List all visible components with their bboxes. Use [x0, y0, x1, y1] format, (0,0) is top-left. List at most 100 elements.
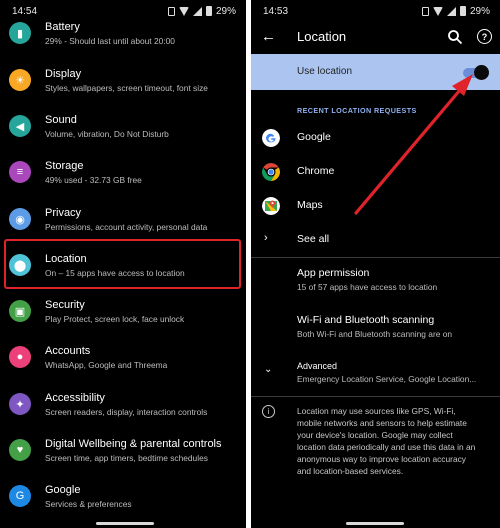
settings-item-text: Sound Volume, vibration, Do Not Disturb	[45, 113, 242, 140]
settings-item-title: Display	[45, 67, 82, 80]
settings-item-text: Accessibility Screen readers, display, in…	[45, 391, 242, 418]
chevron-right-icon: ›	[264, 232, 268, 244]
settings-item-google[interactable]: G Google Services & preferences	[0, 473, 246, 519]
storage-icon: ≡	[9, 161, 31, 183]
info-line: Location may use sources like GPS, Wi-Fi…	[297, 406, 456, 416]
gesture-nav-bar[interactable]	[346, 522, 404, 525]
info-line: your device's location. Google may colle…	[297, 430, 453, 440]
location-settings-screen: 14:53 29% ← Location ? Use location RECE…	[251, 0, 500, 528]
battery-status-icon	[459, 6, 466, 16]
use-location-label: Use location	[297, 66, 353, 77]
settings-item-sound[interactable]: ◀ Sound Volume, vibration, Do Not Disturb	[0, 103, 246, 149]
settings-item-security[interactable]: ▣ Security Play Protect, screen lock, face…	[0, 288, 246, 334]
recent-app-google[interactable]: Google	[251, 123, 500, 153]
battery-icon: ▮	[9, 22, 31, 44]
settings-item-subtitle: Play Protect, screen lock, face unlock	[45, 313, 185, 324]
settings-item-subtitle: WhatsApp, Google and Threema	[45, 359, 168, 370]
scanning-subtitle: Both Wi-Fi and Bluetooth scanning are on	[297, 329, 453, 339]
app-permission-subtitle: 15 of 57 apps have access to location	[297, 282, 438, 292]
battery-percent: 29%	[469, 5, 490, 17]
recent-app-maps[interactable]: Maps	[251, 191, 500, 221]
divider	[251, 396, 500, 397]
chevron-down-icon: ⌄	[264, 364, 273, 375]
settings-item-text: Digital Wellbeing & parental controls Scr…	[45, 437, 242, 464]
settings-item-subtitle: 49% used - 32.73 GB free	[45, 174, 142, 185]
see-all-label: See all	[297, 233, 330, 245]
app-permission-title: App permission	[297, 267, 370, 279]
accessibility-icon: ✦	[9, 393, 31, 415]
wifi-bluetooth-scanning-row[interactable]: Wi-Fi and Bluetooth scanning Both Wi-Fi …	[251, 310, 500, 346]
brightness-icon: ☀	[9, 69, 31, 91]
settings-item-subtitle: Permissions, account activity, personal …	[45, 221, 208, 232]
status-bar: 14:53 29%	[251, 0, 500, 22]
settings-item-subtitle: Styles, wallpapers, screen timeout, font…	[45, 82, 208, 93]
scanning-title: Wi-Fi and Bluetooth scanning	[297, 314, 435, 326]
gesture-nav-bar[interactable]	[96, 522, 154, 525]
maps-icon	[262, 197, 280, 215]
info-icon: i	[262, 405, 275, 418]
location-highlight-box	[4, 239, 241, 289]
google-g-icon: G	[9, 485, 31, 507]
eye-icon: ◉	[9, 208, 31, 230]
account-icon: ●	[9, 346, 31, 368]
info-line: and location-based services.	[297, 466, 404, 476]
settings-item-privacy[interactable]: ◉ Privacy Permissions, account activity, p…	[0, 196, 246, 242]
settings-screen: 14:54 29% ▮ Battery 29% - Should last unti…	[0, 0, 246, 528]
use-location-toggle[interactable]	[474, 65, 489, 80]
volume-icon: ◀	[9, 115, 31, 137]
settings-item-title: Digital Wellbeing & parental controls	[45, 437, 222, 450]
advanced-subtitle: Emergency Location Service, Google Locat…	[297, 374, 477, 384]
search-icon[interactable]	[447, 29, 463, 45]
settings-item-text: Security Play Protect, screen lock, face …	[45, 298, 242, 325]
page-title: Location	[297, 29, 347, 44]
signal-icon	[446, 6, 456, 16]
settings-item-title: Accessibility	[45, 391, 105, 404]
settings-item-title: Security	[45, 298, 85, 311]
settings-item-text: Accounts WhatsApp, Google and Threema	[45, 344, 242, 371]
wifi-icon	[432, 6, 443, 16]
settings-item-battery[interactable]: ▮ Battery 29% - Should last until about 20…	[0, 10, 246, 56]
settings-item-title: Privacy	[45, 206, 82, 219]
settings-item-subtitle: Volume, vibration, Do Not Disturb	[45, 128, 169, 139]
lock-icon: ▣	[9, 300, 31, 322]
vibrate-icon	[421, 6, 429, 16]
settings-item-text: Privacy Permissions, account activity, pe…	[45, 206, 242, 233]
settings-item-accounts[interactable]: ● Accounts WhatsApp, Google and Threema	[0, 334, 246, 380]
app-permission-row[interactable]: App permission 15 of 57 apps have access…	[251, 264, 500, 300]
use-location-row[interactable]: Use location	[251, 54, 500, 90]
settings-item-title: Storage	[45, 159, 84, 172]
see-all-row[interactable]: › See all	[251, 225, 500, 255]
settings-item-storage[interactable]: ≡ Storage 49% used - 32.73 GB free	[0, 149, 246, 195]
settings-item-display[interactable]: ☀ Display Styles, wallpapers, screen timeo…	[0, 57, 246, 103]
recent-app-name: Google	[297, 131, 331, 143]
settings-item-accessibility[interactable]: ✦ Accessibility Screen readers, display, i…	[0, 381, 246, 427]
back-arrow-icon[interactable]: ←	[261, 28, 276, 45]
divider	[251, 257, 500, 258]
wellbeing-icon: ♥	[9, 439, 31, 461]
recent-app-name: Maps	[297, 199, 323, 211]
info-line: location data periodically and use this …	[297, 442, 476, 452]
settings-item-digital[interactable]: ♥ Digital Wellbeing & parental controls Sc…	[0, 427, 246, 473]
settings-item-subtitle: Services & preferences	[45, 498, 132, 509]
settings-item-title: Google	[45, 483, 81, 496]
app-bar: ← Location ?	[251, 22, 500, 54]
settings-item-title: Accounts	[45, 344, 91, 357]
settings-item-text: Display Styles, wallpapers, screen timeou…	[45, 67, 242, 94]
settings-item-subtitle: Screen readers, display, interaction con…	[45, 406, 208, 417]
settings-item-text: Google Services & preferences	[45, 483, 242, 510]
help-icon[interactable]: ?	[477, 29, 492, 44]
info-line: mobile networks and sensors to help esti…	[297, 418, 467, 428]
chrome-icon	[262, 163, 280, 181]
settings-item-subtitle: 29% - Should last until about 20:00	[45, 35, 175, 46]
settings-item-text: Storage 49% used - 32.73 GB free	[45, 159, 242, 186]
settings-item-text: Battery 29% - Should last until about 20:…	[45, 20, 242, 47]
settings-item-title: Sound	[45, 113, 77, 126]
advanced-title: Advanced	[297, 361, 338, 371]
recent-requests-header: RECENT LOCATION REQUESTS	[297, 106, 417, 115]
recent-app-name: Chrome	[297, 165, 335, 177]
status-time: 14:53	[263, 5, 289, 17]
info-line: anonymous way to improve location accura…	[297, 454, 466, 464]
google-app-icon	[262, 129, 280, 147]
advanced-row[interactable]: ⌄ Advanced Emergency Location Service, G…	[251, 356, 500, 392]
recent-app-chrome[interactable]: Chrome	[251, 157, 500, 187]
